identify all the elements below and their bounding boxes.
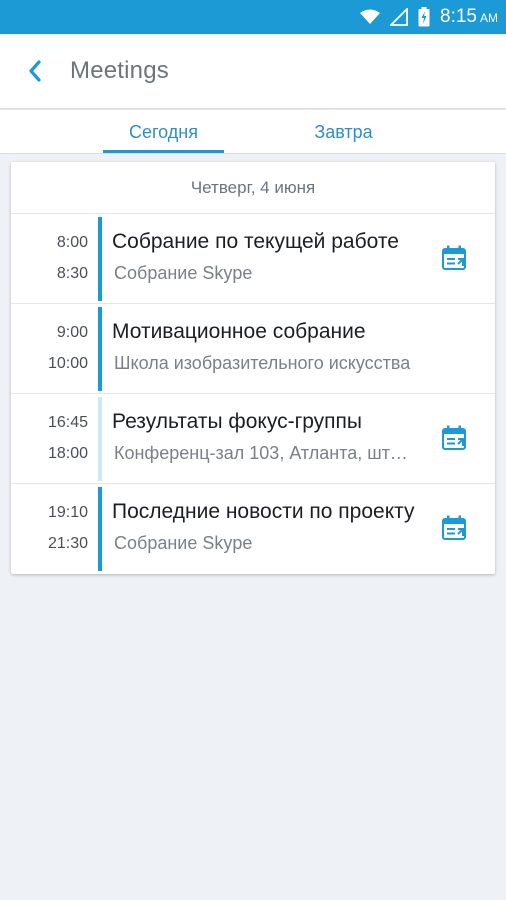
meeting-title: Собрание по текущей работе [112, 230, 399, 253]
meeting-title: Последние новости по проекту [112, 500, 415, 523]
meeting-item[interactable]: 16:45 18:00 Результаты фокус-группы Конф… [11, 394, 495, 484]
meeting-location: Собрание Skype [114, 263, 253, 283]
meeting-start-time: 9:00 [56, 324, 88, 341]
meeting-end-time: 8:30 [56, 265, 88, 282]
status-ampm: AM [480, 11, 498, 25]
page-title: Meetings [70, 57, 169, 84]
clock: 8:15 AM [440, 6, 498, 28]
status-bar: 8:15 AM [0, 0, 506, 34]
meeting-title: Результаты фокус-группы [112, 410, 363, 433]
back-button[interactable] [0, 34, 70, 108]
meeting-item[interactable]: 19:10 21:30 Последние новости по проекту… [11, 484, 495, 574]
meeting-location: Конференц-зал 103, Атланта, штат Джорджи… [114, 443, 414, 463]
tab-tomorrow[interactable]: Завтра [283, 110, 404, 154]
join-meeting-icon[interactable] [441, 244, 467, 272]
meeting-end-time: 18:00 [47, 445, 88, 462]
meeting-color-bar [98, 217, 102, 301]
meeting-times: 16:45 18:00 [11, 394, 88, 484]
meeting-item[interactable]: 9:00 10:00 Мотивационное собрание Школа … [11, 304, 495, 394]
meeting-color-bar [98, 487, 102, 571]
meeting-location: Школа изобразительного искусства [114, 353, 411, 373]
tab-indicator [103, 150, 224, 153]
meeting-start-time: 19:10 [47, 504, 88, 521]
signal-icon [390, 8, 408, 26]
meeting-location: Собрание Skype [114, 533, 253, 553]
app-bar: Meetings [0, 34, 506, 108]
meeting-times: 9:00 10:00 [11, 304, 88, 394]
meeting-start-time: 8:00 [56, 234, 88, 251]
join-meeting-icon[interactable] [441, 514, 467, 542]
meeting-start-time: 16:45 [47, 414, 88, 431]
meetings-card: Четверг, 4 июня 8:00 8:30 Собрание по те… [11, 162, 495, 574]
meeting-times: 8:00 8:30 [11, 214, 88, 304]
chevron-left-icon [29, 60, 41, 82]
meeting-color-bar [98, 397, 102, 481]
meeting-color-bar [98, 307, 102, 391]
join-meeting-icon[interactable] [441, 424, 467, 452]
day-header: Четверг, 4 июня [11, 162, 495, 214]
meeting-item[interactable]: 8:00 8:30 Собрание по текущей работе Соб… [11, 214, 495, 304]
wifi-icon [360, 9, 381, 24]
battery-icon [418, 7, 430, 27]
status-time: 8:15 [440, 6, 477, 27]
meeting-end-time: 21:30 [47, 535, 88, 552]
meeting-times: 19:10 21:30 [11, 484, 88, 574]
meeting-title: Мотивационное собрание [112, 320, 366, 343]
tab-today[interactable]: Сегодня [103, 110, 224, 154]
tab-bar: Сегодня Завтра [0, 110, 506, 154]
meeting-end-time: 10:00 [47, 355, 88, 372]
